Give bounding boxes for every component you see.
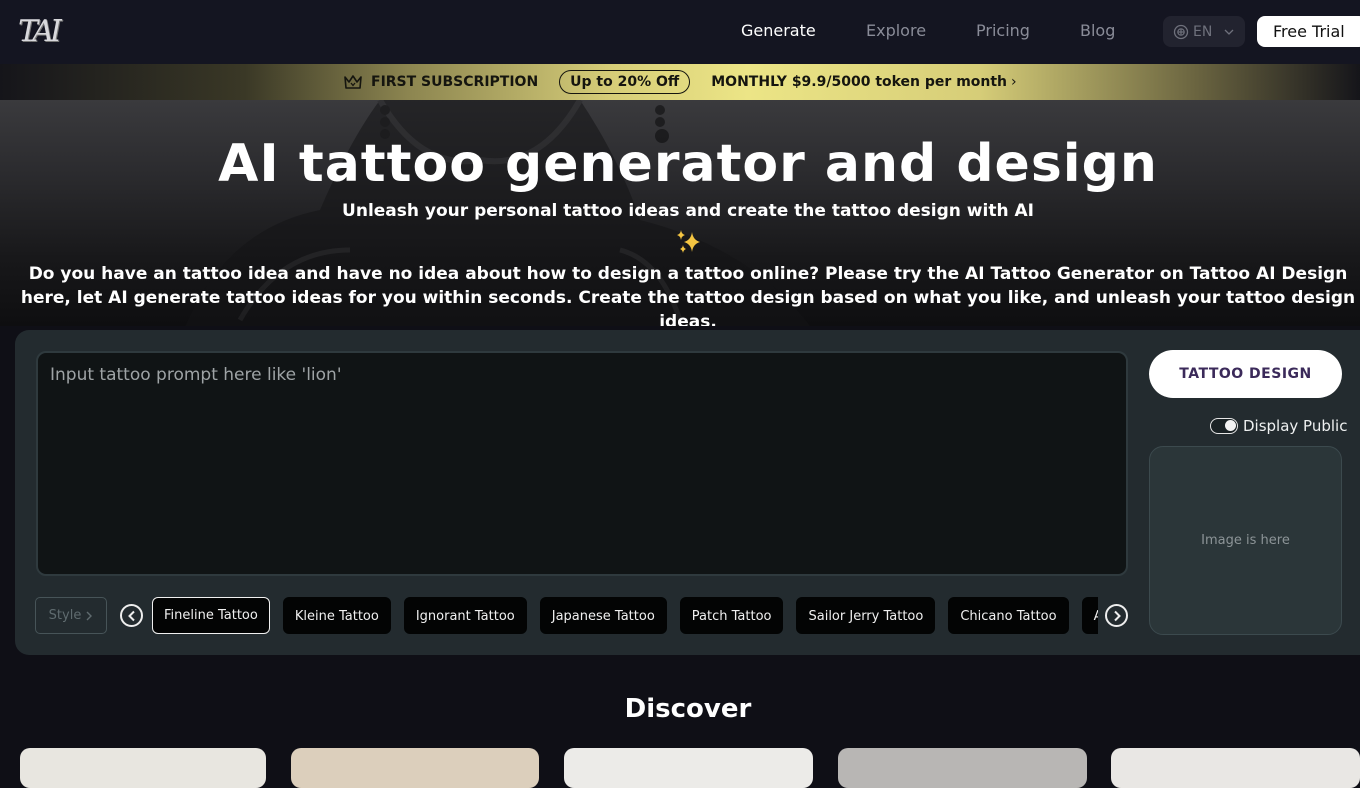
site-logo[interactable]: TAI <box>18 14 70 50</box>
toggle-knob <box>1225 420 1236 431</box>
style-chip-patch[interactable]: Patch Tattoo <box>679 597 784 634</box>
toggle-switch[interactable] <box>1210 418 1238 434</box>
tattoo-design-button[interactable]: TATTOO DESIGN <box>1149 350 1342 398</box>
display-public-label: Display Public <box>1243 417 1348 435</box>
style-chip-kleine[interactable]: Kleine Tattoo <box>282 597 391 634</box>
nav-explore[interactable]: Explore <box>866 21 926 41</box>
style-label: Style <box>48 608 82 623</box>
discover-card[interactable] <box>838 748 1087 788</box>
sparkles-icon <box>677 230 700 253</box>
tattoo-prompt-input[interactable] <box>36 351 1128 576</box>
discount-badge: Up to 20% Off <box>559 70 691 94</box>
top-nav-bar: TAI Generate Explore Pricing Blog EN Fre… <box>0 0 1360 64</box>
style-chip-sailor-jerry[interactable]: Sailor Jerry Tattoo <box>796 597 936 634</box>
promo-content: FIRST SUBSCRIPTION Up to 20% Off MONTHLY… <box>343 64 1017 100</box>
crown-icon <box>344 75 362 89</box>
language-value: EN <box>1193 23 1213 40</box>
promo-offer: MONTHLY $9.9/5000 token per month <box>711 74 1008 90</box>
language-selector[interactable]: EN <box>1163 16 1245 47</box>
style-button[interactable]: Style <box>35 597 107 634</box>
page-title: AI tattoo generator and design <box>218 134 1158 194</box>
chevron-left-icon <box>127 610 135 621</box>
style-chip-anchor[interactable]: Anchor Tattoo <box>1081 597 1098 634</box>
promo-banner[interactable]: FIRST SUBSCRIPTION Up to 20% Off MONTHLY… <box>0 64 1360 100</box>
promo-headline: FIRST SUBSCRIPTION <box>371 74 539 90</box>
scroll-left-button[interactable] <box>120 604 143 627</box>
style-chip-japanese[interactable]: Japanese Tattoo <box>539 597 667 634</box>
display-public-toggle[interactable]: Display Public <box>1210 416 1347 436</box>
style-chip-ignorant[interactable]: Ignorant Tattoo <box>403 597 527 634</box>
free-trial-button[interactable]: Free Trial <box>1257 16 1360 47</box>
chevron-right-icon <box>86 611 93 620</box>
chevron-down-icon <box>1224 29 1234 35</box>
style-chip-list: Fineline Tattoo Kleine Tattoo Ignorant T… <box>152 597 1098 635</box>
chevron-right-icon <box>1113 610 1121 621</box>
discover-card[interactable] <box>564 748 813 788</box>
style-chip-chicano[interactable]: Chicano Tattoo <box>948 597 1069 634</box>
nav-pricing[interactable]: Pricing <box>976 21 1030 41</box>
scroll-right-button[interactable] <box>1105 604 1128 627</box>
style-chip-fineline[interactable]: Fineline Tattoo <box>152 597 270 634</box>
chevron-right-icon: › <box>1011 74 1017 90</box>
hero-section: AI tattoo generator and design Unleash y… <box>0 100 1360 326</box>
nav-generate[interactable]: Generate <box>741 21 816 41</box>
hero-description: Do you have an tattoo idea and have no i… <box>20 264 1356 326</box>
hero-subtitle: Unleash your personal tattoo ideas and c… <box>342 201 1034 221</box>
image-placeholder-text: Image is here <box>1201 533 1290 548</box>
discover-heading: Discover <box>624 694 752 724</box>
nav-blog[interactable]: Blog <box>1080 21 1115 41</box>
discover-card[interactable] <box>20 748 266 788</box>
globe-icon <box>1173 24 1189 39</box>
image-preview: Image is here <box>1149 446 1342 635</box>
discover-card[interactable] <box>1111 748 1360 788</box>
discover-card[interactable] <box>291 748 539 788</box>
